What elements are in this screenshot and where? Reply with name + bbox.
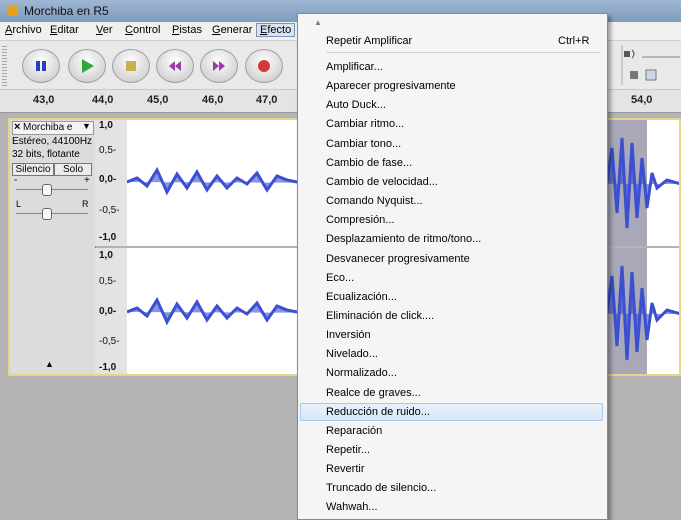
track-name: Morchiba e bbox=[23, 122, 73, 133]
scale-label: 1,0 bbox=[99, 120, 113, 131]
menu-item-effect[interactable]: Wahwah... bbox=[326, 501, 378, 513]
stop-icon bbox=[126, 61, 136, 71]
track-bit-depth-info: 32 bits, flotante bbox=[12, 149, 80, 160]
stop-button[interactable] bbox=[112, 49, 150, 83]
scale-label: 0,5- bbox=[99, 145, 117, 156]
pause-button[interactable] bbox=[22, 49, 60, 83]
scale-label: -1,0 bbox=[99, 232, 117, 243]
menu-item-effect[interactable]: Eliminación de click.... bbox=[326, 310, 434, 322]
menu-item-effect[interactable]: Cambio de fase... bbox=[326, 157, 412, 169]
menu-item-effect[interactable]: Realce de graves... bbox=[326, 387, 421, 399]
menu-item-effect[interactable]: Ecualización... bbox=[326, 291, 397, 303]
gain-minus-label: - bbox=[14, 175, 18, 186]
menu-item-effect[interactable]: Amplificar... bbox=[326, 61, 383, 73]
collapse-track-icon[interactable]: ▲ bbox=[45, 359, 54, 369]
record-button[interactable] bbox=[245, 49, 283, 83]
menu-pistas[interactable]: Pistas bbox=[172, 24, 202, 36]
audacity-app-icon bbox=[7, 5, 18, 16]
scale-label: 1,0 bbox=[99, 250, 113, 261]
menu-ver[interactable]: Ver bbox=[96, 24, 113, 36]
menu-item-effect[interactable]: Compresión... bbox=[326, 214, 394, 226]
menu-item-effect[interactable]: Reparación bbox=[326, 425, 382, 437]
toolbar-grip[interactable] bbox=[2, 46, 7, 86]
window-title: Morchiba en R5 bbox=[24, 4, 109, 18]
menu-item-effect[interactable]: Cambiar tono... bbox=[326, 138, 401, 150]
play-button[interactable] bbox=[68, 49, 106, 83]
gain-slider-handle[interactable] bbox=[42, 184, 52, 196]
menu-item-effect[interactable]: Auto Duck... bbox=[326, 99, 386, 111]
amplitude-scale-left: 1,0 0,5- 0,0- -0,5- -1,0 bbox=[95, 118, 128, 246]
menu-item-effect[interactable]: Reducción de ruido... bbox=[326, 406, 430, 418]
amplitude-scale-right: 1,0 0,5- 0,0- -0,5- -1,0 bbox=[95, 248, 128, 376]
menu-item-effect[interactable]: Cambio de velocidad... bbox=[326, 176, 438, 188]
toolbar-right-panel bbox=[608, 45, 681, 85]
skip-end-icon bbox=[213, 61, 225, 71]
close-track-icon[interactable]: × bbox=[14, 121, 20, 133]
menu-generar[interactable]: Generar bbox=[212, 24, 252, 36]
effect-dropdown-menu: ▲ Repetir Amplificar Ctrl+R Amplificar..… bbox=[297, 13, 608, 520]
menu-item-repeat-amplify[interactable]: Repetir Amplificar bbox=[326, 35, 412, 47]
pan-right-label: R bbox=[82, 199, 89, 209]
scale-label: -0,5- bbox=[99, 205, 120, 216]
gain-plus-label: + bbox=[84, 175, 90, 186]
menu-item-effect[interactable]: Revertir bbox=[326, 463, 365, 475]
gain-slider-track bbox=[16, 189, 88, 190]
pan-slider-track bbox=[16, 213, 88, 214]
menu-item-effect[interactable]: Comando Nyquist... bbox=[326, 195, 423, 207]
menu-item-effect[interactable]: Normalizado... bbox=[326, 367, 397, 379]
pause-icon bbox=[36, 61, 46, 71]
skip-start-button[interactable] bbox=[156, 49, 194, 83]
menu-archivo[interactable]: Archivo bbox=[5, 24, 42, 36]
mute-button[interactable]: Silencio bbox=[12, 163, 54, 176]
scroll-up-arrow-icon[interactable]: ▲ bbox=[314, 18, 322, 27]
menu-item-effect[interactable]: Inversión bbox=[326, 329, 371, 341]
menu-item-effect[interactable]: Repetir... bbox=[326, 444, 370, 456]
volume-and-edit-icons bbox=[621, 45, 680, 85]
menu-item-effect[interactable]: Aparecer progresivamente bbox=[326, 80, 456, 92]
pan-slider-handle[interactable] bbox=[42, 208, 52, 220]
scale-label: 0,5- bbox=[99, 276, 117, 287]
menu-efecto[interactable]: Efecto bbox=[256, 23, 296, 37]
track-control-panel: × Morchiba e ▼ Estéreo, 44100Hz 32 bits,… bbox=[9, 118, 96, 376]
menu-item-effect[interactable]: Nivelado... bbox=[326, 348, 378, 360]
menu-item-effect[interactable]: Desplazamiento de ritmo/tono... bbox=[326, 233, 481, 245]
track-name-menu[interactable]: × Morchiba e ▼ bbox=[12, 121, 94, 135]
scale-label: -1,0 bbox=[99, 362, 117, 373]
play-icon bbox=[82, 59, 94, 73]
menu-shortcut: Ctrl+R bbox=[558, 35, 590, 47]
ruler-tick: 54,0 bbox=[631, 94, 653, 106]
scale-label: -0,5- bbox=[99, 336, 120, 347]
menu-separator bbox=[326, 52, 600, 53]
ruler-tick: 45,0 bbox=[147, 94, 169, 106]
skip-start-icon bbox=[169, 61, 181, 71]
chevron-down-icon: ▼ bbox=[82, 121, 91, 131]
record-icon bbox=[258, 60, 270, 72]
menu-item-effect[interactable]: Desvanecer progresivamente bbox=[326, 253, 470, 265]
menu-editar[interactable]: Editar bbox=[50, 24, 79, 36]
ruler-tick: 43,0 bbox=[33, 94, 55, 106]
menu-item-effect[interactable]: Cambiar ritmo... bbox=[326, 118, 404, 130]
menu-item-effect[interactable]: Eco... bbox=[326, 272, 354, 284]
ruler-tick: 47,0 bbox=[256, 94, 278, 106]
menu-control[interactable]: Control bbox=[125, 24, 160, 36]
scale-label: 0,0- bbox=[99, 306, 117, 317]
scale-label: 0,0- bbox=[99, 174, 117, 185]
skip-end-button[interactable] bbox=[200, 49, 238, 83]
pan-left-label: L bbox=[16, 199, 22, 209]
menu-item-effect[interactable]: Truncado de silencio... bbox=[326, 482, 436, 494]
ruler-tick: 44,0 bbox=[92, 94, 114, 106]
ruler-tick: 46,0 bbox=[202, 94, 224, 106]
track-format-info: Estéreo, 44100Hz bbox=[12, 136, 93, 147]
